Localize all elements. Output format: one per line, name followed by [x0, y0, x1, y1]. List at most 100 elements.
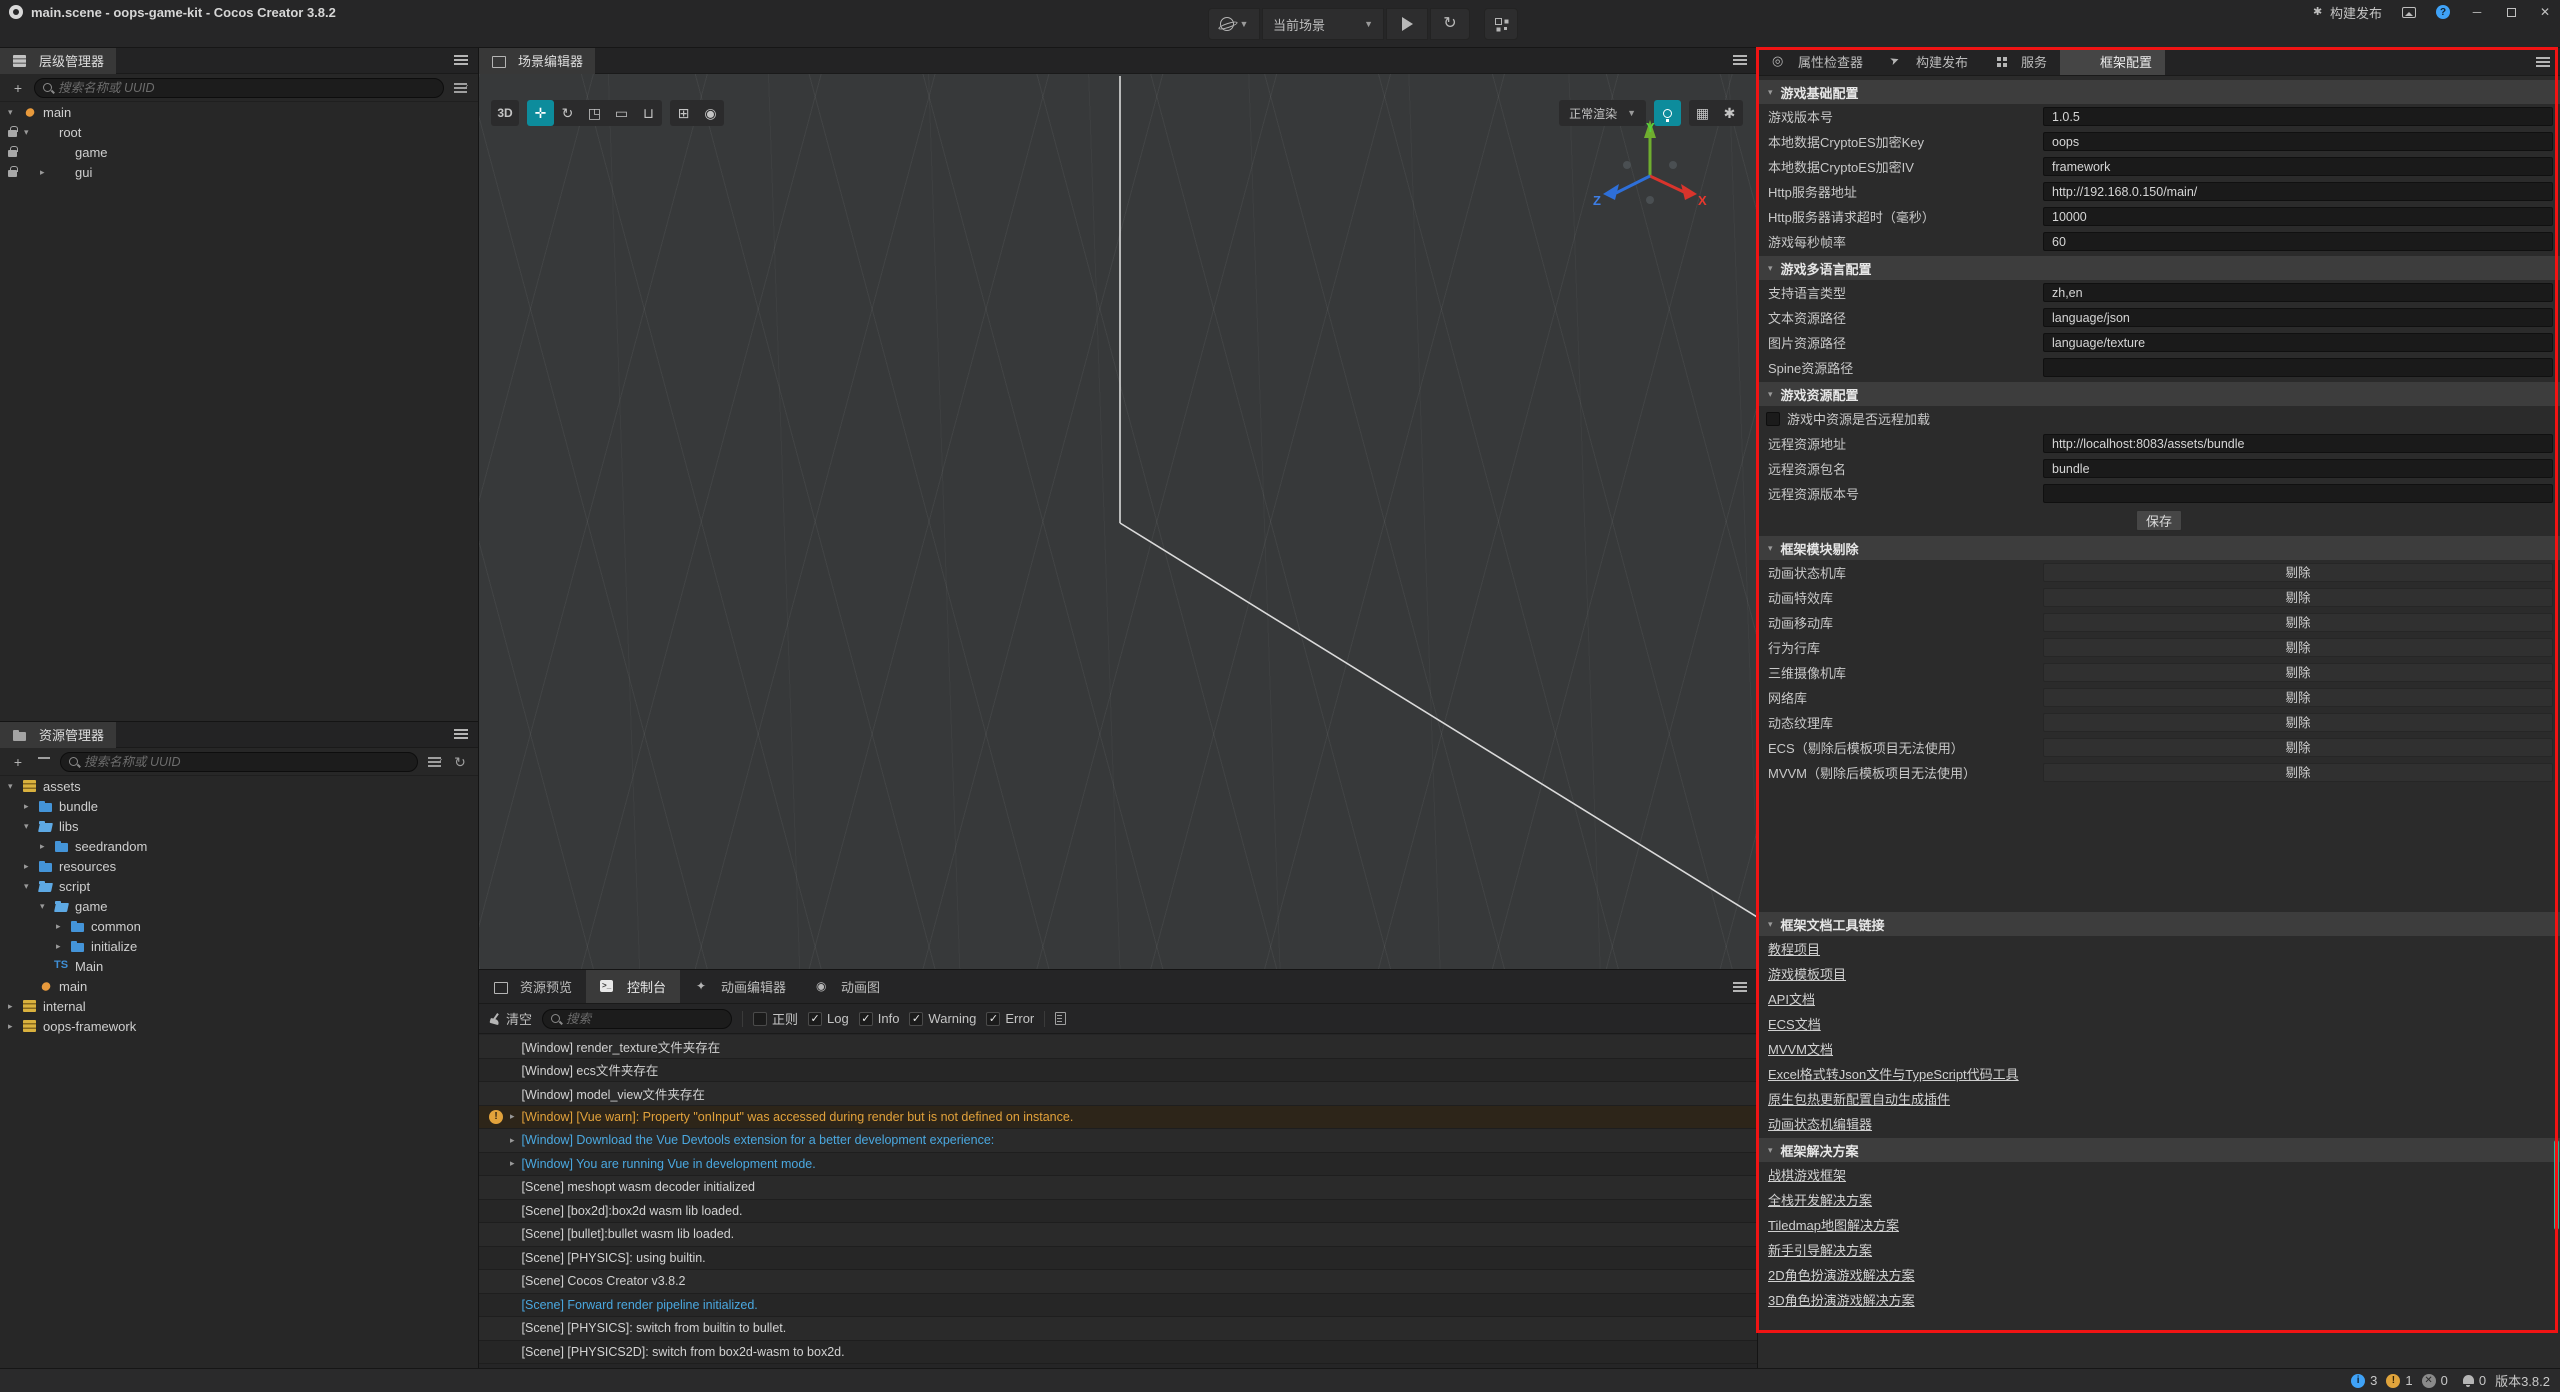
- doc-link[interactable]: 全栈开发解决方案: [1768, 1190, 1872, 1209]
- remove-module-button[interactable]: 剔除: [2043, 663, 2553, 682]
- text-input[interactable]: zh,en: [2043, 283, 2553, 302]
- console-log-row[interactable]: ! ▸ [Scene] Cocos Creator v3.8.2: [479, 1270, 1757, 1294]
- doc-link[interactable]: 游戏模板项目: [1768, 964, 1846, 983]
- expand-arrow-icon[interactable]: ▸: [510, 1111, 515, 1122]
- move-tool-button[interactable]: ✛: [527, 100, 554, 126]
- log-level-checkbox[interactable]: Log: [808, 1011, 849, 1026]
- maximize-button[interactable]: [2496, 0, 2526, 24]
- 3d-mode-button[interactable]: 3D: [491, 100, 519, 126]
- doc-link[interactable]: API文档: [1768, 989, 1815, 1008]
- tree-expand-arrow[interactable]: ▾: [24, 881, 38, 892]
- restart-button[interactable]: ↻: [1430, 8, 1470, 40]
- tree-expand-arrow[interactable]: ▸: [24, 861, 38, 872]
- text-input[interactable]: oops: [2043, 132, 2553, 151]
- console-log-row[interactable]: ! ▸ [Window] render_texture文件夹存在: [479, 1035, 1757, 1059]
- menu-item[interactable]: [76, 24, 100, 48]
- log-level-checkbox[interactable]: Info: [859, 1011, 900, 1026]
- expand-arrow-icon[interactable]: ▸: [510, 1135, 515, 1146]
- console-log-row[interactable]: ! ▸ [Scene] [PHYSICS]: switch from built…: [479, 1317, 1757, 1341]
- hierarchy-search-input[interactable]: [58, 81, 435, 95]
- sort-icon[interactable]: [34, 752, 54, 772]
- text-input[interactable]: 60: [2043, 232, 2553, 251]
- assets-search-input[interactable]: [84, 755, 409, 769]
- scene-select-dropdown[interactable]: 当前场景 ▼: [1262, 8, 1384, 40]
- console-log-row[interactable]: ! ▸ [Scene] [bullet]:bullet wasm lib loa…: [479, 1223, 1757, 1247]
- tree-item[interactable]: main: [0, 976, 478, 996]
- remove-module-button[interactable]: 剔除: [2043, 688, 2553, 707]
- scrollbar-thumb[interactable]: [2554, 1140, 2559, 1230]
- scene-editor-tab[interactable]: 场景编辑器: [479, 48, 595, 74]
- scene-settings-button[interactable]: ✱: [1716, 100, 1743, 126]
- doc-link[interactable]: MVVM文档: [1768, 1039, 1833, 1058]
- tree-item[interactable]: Main: [0, 956, 478, 976]
- inspector-tab[interactable]: 服务: [1981, 48, 2060, 75]
- remove-module-button[interactable]: 剔除: [2043, 713, 2553, 732]
- doc-link[interactable]: 原生包热更新配置自动生成插件: [1768, 1089, 1950, 1108]
- doc-link[interactable]: 3D角色扮演游戏解决方案: [1768, 1290, 1915, 1309]
- console-log-row[interactable]: ! ▸ [Scene] [PHYSICS]: using builtin.: [479, 1247, 1757, 1271]
- tree-item[interactable]: ▸ oops-framework: [0, 1016, 478, 1036]
- tree-item[interactable]: ▾ game: [0, 896, 478, 916]
- menu-item[interactable]: [172, 24, 196, 48]
- inspector-tab[interactable]: 构建发布: [1876, 48, 1981, 75]
- tree-item[interactable]: game: [0, 142, 478, 162]
- panel-menu-icon[interactable]: [1733, 982, 1747, 993]
- error-icon[interactable]: ✕: [2422, 1374, 2436, 1388]
- inspector-tab[interactable]: 框架配置: [2060, 48, 2165, 75]
- log-level-checkbox[interactable]: Error: [986, 1011, 1034, 1026]
- screenshot-button[interactable]: [2394, 1, 2424, 23]
- tree-expand-arrow[interactable]: ▸: [40, 167, 54, 178]
- tree-item[interactable]: ▾ libs: [0, 816, 478, 836]
- console-log-row[interactable]: ! ▸ [Window] [Vue warn]: Property "onInp…: [479, 1106, 1757, 1130]
- tree-expand-arrow[interactable]: ▸: [56, 921, 70, 932]
- text-input[interactable]: [2043, 358, 2553, 377]
- tree-item[interactable]: ▸ resources: [0, 856, 478, 876]
- tree-item[interactable]: ▸ initialize: [0, 936, 478, 956]
- help-button[interactable]: ?: [2428, 1, 2458, 23]
- console-log-row[interactable]: ! ▸ [Window] You are running Vue in deve…: [479, 1153, 1757, 1177]
- tree-expand-arrow[interactable]: ▸: [56, 941, 70, 952]
- scene-viewport[interactable]: 3D ✛ ↻ ◳ ▭ ⊔ ⊞ ◉ 正常渲染 ▼ ▦ ✱: [479, 74, 1757, 969]
- section-solutions[interactable]: ▾ 框架解决方案: [1758, 1138, 2560, 1162]
- tree-item[interactable]: ▸ seedrandom: [0, 836, 478, 856]
- console-log-row[interactable]: ! ▸ [Scene] meshopt wasm decoder initial…: [479, 1176, 1757, 1200]
- console-tab[interactable]: 控制台: [586, 970, 680, 1003]
- tree-expand-arrow[interactable]: ▸: [24, 801, 38, 812]
- remove-module-button[interactable]: 剔除: [2043, 563, 2553, 582]
- tree-item[interactable]: ▾ script: [0, 876, 478, 896]
- tree-item[interactable]: ▸ common: [0, 916, 478, 936]
- console-log-row[interactable]: ! ▸ [Window] model_view文件夹存在: [479, 1082, 1757, 1106]
- remove-module-button[interactable]: 剔除: [2043, 588, 2553, 607]
- menu-item[interactable]: [4, 24, 28, 48]
- doc-link[interactable]: Excel格式转Json文件与TypeScript代码工具: [1768, 1064, 2019, 1083]
- menu-item[interactable]: [100, 24, 124, 48]
- pivot-mode-button[interactable]: ⊞: [670, 100, 697, 126]
- tree-item[interactable]: ▸ bundle: [0, 796, 478, 816]
- tree-expand-arrow[interactable]: ▾: [40, 901, 54, 912]
- console-log-row[interactable]: ! ▸ [Window] Download the Vue Devtools e…: [479, 1129, 1757, 1153]
- close-button[interactable]: ✕: [2530, 0, 2560, 24]
- log-level-checkbox[interactable]: Warning: [909, 1011, 976, 1026]
- text-input[interactable]: framework: [2043, 157, 2553, 176]
- text-input[interactable]: http://localhost:8083/assets/bundle: [2043, 434, 2553, 453]
- scale-tool-button[interactable]: ◳: [581, 100, 608, 126]
- text-input[interactable]: [2043, 484, 2553, 503]
- text-input[interactable]: language/json: [2043, 308, 2553, 327]
- preview-target-dropdown[interactable]: ▼: [1208, 8, 1260, 40]
- remove-module-button[interactable]: 剔除: [2043, 763, 2553, 782]
- doc-link[interactable]: 2D角色扮演游戏解决方案: [1768, 1265, 1915, 1284]
- console-tab[interactable]: 动画编辑器: [680, 970, 800, 1003]
- create-asset-button[interactable]: +: [8, 752, 28, 772]
- warning-icon[interactable]: !: [2386, 1374, 2400, 1388]
- section-game-basic[interactable]: ▾ 游戏基础配置: [1758, 80, 2560, 104]
- tree-expand-arrow[interactable]: ▾: [24, 127, 38, 138]
- console-log-row[interactable]: ! ▸ [Scene] [box2d]:box2d wasm lib loade…: [479, 1200, 1757, 1224]
- bell-icon[interactable]: [2463, 1375, 2474, 1384]
- menu-item[interactable]: [124, 24, 148, 48]
- tree-item[interactable]: ▸ internal: [0, 996, 478, 1016]
- panel-menu-icon[interactable]: [454, 729, 468, 740]
- tree-expand-arrow[interactable]: ▸: [8, 1001, 22, 1012]
- panel-menu-icon[interactable]: [2536, 57, 2550, 68]
- tree-item[interactable]: ▸ gui: [0, 162, 478, 182]
- create-node-button[interactable]: +: [8, 78, 28, 98]
